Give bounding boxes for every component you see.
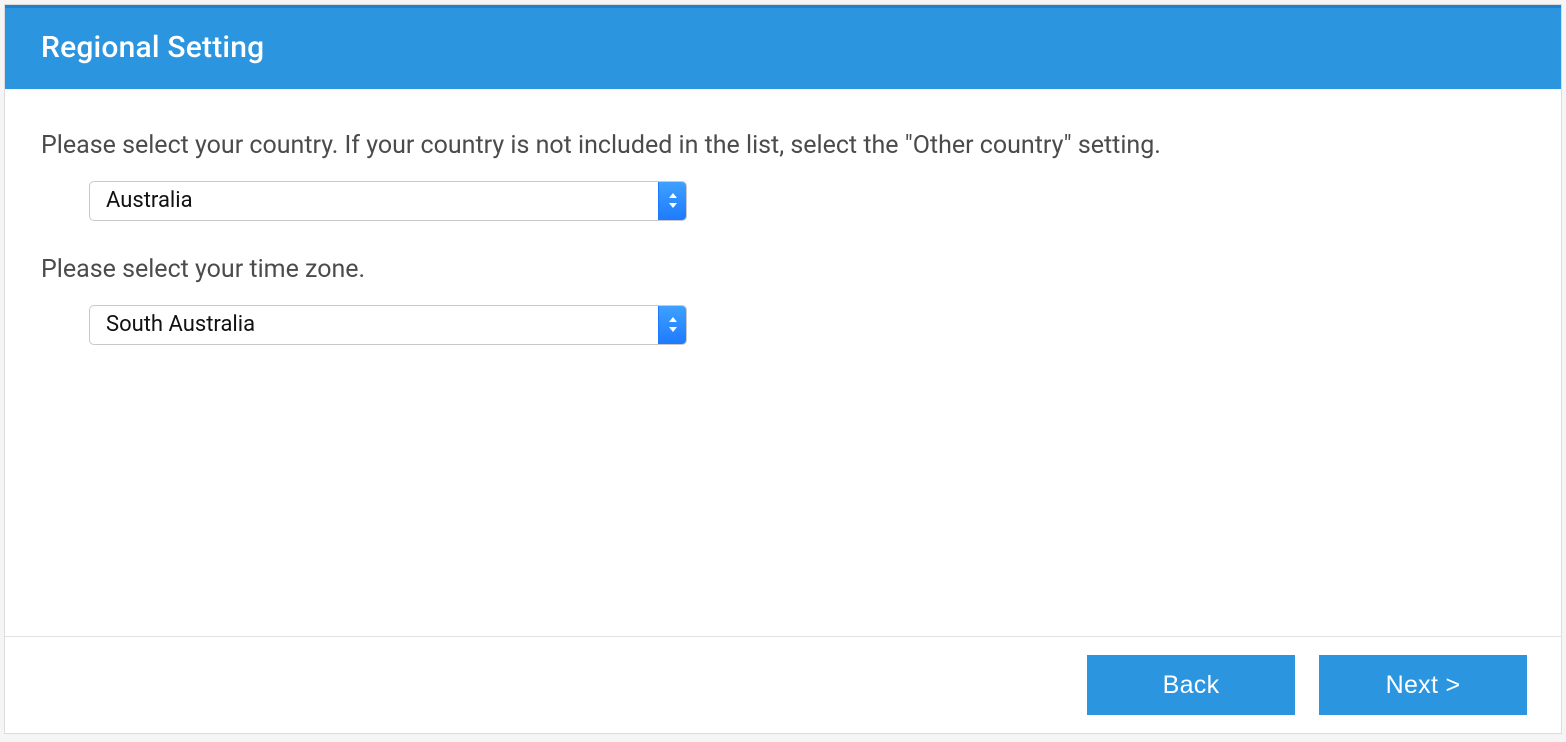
timezone-field-block: Please select your time zone. South Aust… bbox=[41, 253, 1525, 345]
timezone-select-value: South Australia bbox=[90, 312, 658, 337]
page-title: Regional Setting bbox=[41, 30, 1525, 65]
panel-footer: Back Next > bbox=[5, 636, 1561, 733]
back-button[interactable]: Back bbox=[1087, 655, 1295, 715]
select-arrows-icon bbox=[658, 182, 686, 220]
next-button[interactable]: Next > bbox=[1319, 655, 1527, 715]
regional-setting-panel: Regional Setting Please select your coun… bbox=[4, 4, 1562, 734]
country-field-block: Please select your country. If your coun… bbox=[41, 129, 1525, 221]
country-select-value: Australia bbox=[90, 188, 658, 213]
country-instruction: Please select your country. If your coun… bbox=[41, 129, 1525, 163]
select-arrows-icon bbox=[658, 306, 686, 344]
timezone-select[interactable]: South Australia bbox=[89, 305, 687, 345]
timezone-select-wrap: South Australia bbox=[89, 305, 687, 345]
timezone-instruction: Please select your time zone. bbox=[41, 253, 1525, 287]
panel-header: Regional Setting bbox=[5, 5, 1561, 89]
country-select-wrap: Australia bbox=[89, 181, 687, 221]
panel-body: Please select your country. If your coun… bbox=[5, 89, 1561, 636]
country-select[interactable]: Australia bbox=[89, 181, 687, 221]
